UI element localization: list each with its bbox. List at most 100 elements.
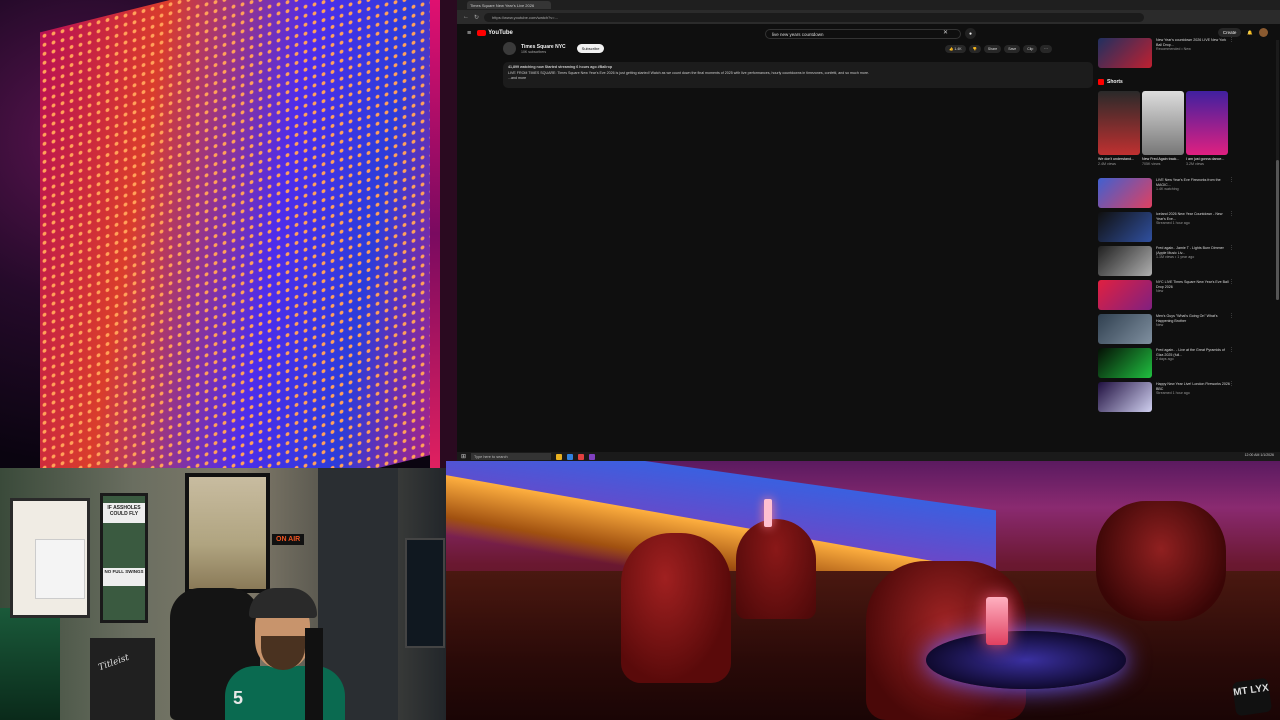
more-icon[interactable]: ⋮ [1229, 348, 1234, 353]
microphone [305, 628, 323, 720]
video-thumbnail[interactable] [1098, 382, 1152, 412]
more-icon[interactable]: ⋮ [1229, 212, 1234, 217]
video-meta: Recommended • New [1156, 47, 1191, 52]
wall-sign: IF ASSHOLES COULD FLY [103, 503, 145, 523]
reload-icon[interactable]: ↻ [474, 14, 479, 21]
led-edge [440, 0, 457, 468]
shorts-icon [1098, 79, 1104, 85]
more-icon[interactable]: ⋮ [1229, 246, 1234, 251]
short-thumbnail[interactable] [1098, 91, 1140, 155]
tab-bar: Times Square New Year's Live 2026 [457, 0, 1280, 10]
youtube-logo[interactable]: YouTube [477, 30, 513, 36]
video-thumbnail[interactable] [1098, 314, 1152, 344]
short-title[interactable]: I am just gonna dance... [1186, 157, 1228, 162]
video-meta: Streamed 1 hour ago [1156, 221, 1190, 226]
short-thumbnail[interactable] [1142, 91, 1184, 155]
subscribe-button[interactable]: Subscribe [576, 44, 605, 53]
list-item[interactable]: LIVE New Year's Eve Fireworks from the M… [1098, 178, 1234, 211]
list-item[interactable]: NYC LIVE Times Square New Year's Eve Bal… [1098, 280, 1234, 313]
video-thumbnail[interactable] [1098, 348, 1152, 378]
tab-title: Times Square New Year's Live 2026 [470, 2, 535, 8]
video-title[interactable]: NYC LIVE Times Square New Year's Eve Bal… [1156, 280, 1230, 289]
video-title[interactable]: Men's Guys "What's Going On" What's Happ… [1156, 314, 1230, 323]
url-field[interactable]: https://www.youtube.com/watch?v=... [484, 12, 1145, 22]
video-meta: New [1156, 323, 1164, 328]
subscriber-count: 10K subscribers [521, 49, 547, 54]
video-meta: Streamed 1 hour ago [1156, 391, 1190, 396]
short-meta: 2.4M views [1098, 161, 1116, 166]
scrollbar[interactable] [1276, 40, 1279, 300]
list-item[interactable]: Iceland 2026 New Year Countdown - New Ye… [1098, 212, 1234, 245]
channel-avatar[interactable] [503, 42, 516, 55]
list-item[interactable]: Fred again.. Jamie T - Lights Burn Dimme… [1098, 246, 1234, 279]
video-meta: 1.4K watching [1156, 187, 1179, 192]
short-item[interactable]: I am just gonna dance... 3.2M views [1186, 91, 1228, 166]
short-title[interactable]: We don't understand... [1098, 157, 1140, 162]
video-title[interactable]: LIVE New Year's Eve Fireworks from the M… [1156, 178, 1230, 187]
create-button[interactable]: Create [1217, 28, 1242, 37]
list-item[interactable]: New Year's countdown 2026 LIVE New York … [1098, 38, 1234, 71]
shorts-row: We don't understand... 2.4M views New Fre… [1098, 91, 1230, 166]
more-icon[interactable]: ⋮ [1229, 382, 1234, 387]
video-thumbnail[interactable] [1098, 212, 1152, 242]
app-icon[interactable] [578, 453, 585, 460]
short-meta: 3.2M views [1186, 161, 1204, 166]
monitor [405, 538, 445, 648]
video-title[interactable]: Fred again.. - Live at the Great Pyramid… [1156, 348, 1230, 357]
more-icon[interactable]: ⋮ [1229, 314, 1234, 319]
taskbar-search[interactable]: Type here to search [471, 453, 552, 460]
bell-icon[interactable]: 🔔 [1247, 30, 1253, 36]
save-button[interactable]: Save [1004, 45, 1021, 53]
video-thumbnail[interactable] [1098, 38, 1152, 68]
stream-layout: Times Square New Year's Live 2026 ← ↻ ht… [0, 0, 1280, 720]
more-icon[interactable]: ⋮ [1229, 280, 1234, 285]
video-thumbnail[interactable] [1098, 178, 1152, 208]
more-icon[interactable]: ⋯ [1040, 45, 1052, 53]
browser-tab[interactable]: Times Square New Year's Live 2026 [467, 1, 551, 9]
file-explorer-icon[interactable] [556, 453, 563, 460]
video-title[interactable]: Iceland 2026 New Year Countdown - New Ye… [1156, 212, 1230, 221]
app-icon[interactable] [589, 453, 596, 460]
short-meta: 705K views [1142, 161, 1161, 166]
video-thumbnail[interactable] [1098, 246, 1152, 276]
clip-button[interactable]: Clip [1023, 45, 1038, 53]
list-item[interactable]: Happy New Year Live! London Fireworks 20… [1098, 382, 1234, 415]
video-title[interactable]: New Year's countdown 2026 LIVE New York … [1156, 38, 1230, 47]
edge-icon[interactable] [567, 453, 574, 460]
list-item[interactable]: Fred again.. - Live at the Great Pyramid… [1098, 348, 1234, 381]
scrollbar-thumb[interactable] [1276, 160, 1279, 300]
video-meta: 1.1M views • 1 year ago [1156, 255, 1195, 260]
short-item[interactable]: New Fred Again track... 705K views [1142, 91, 1184, 166]
hamburger-menu-icon[interactable]: ≡ [467, 30, 471, 37]
more-icon[interactable]: ⋮ [1229, 38, 1234, 43]
bag-brand: Titleist [97, 652, 131, 674]
search-input[interactable]: live new years countdown [765, 29, 961, 39]
recommendations-sidebar: New Year's countdown 2026 LIVE New York … [1098, 38, 1234, 416]
short-title[interactable]: New Fred Again track... [1142, 157, 1184, 162]
back-icon[interactable]: ← [463, 14, 469, 20]
jersey [35, 539, 85, 599]
avatar[interactable] [1259, 28, 1268, 37]
windows-start-icon[interactable]: ⊞ [461, 453, 466, 460]
description-more[interactable]: ...and more [508, 76, 1088, 82]
video-info: New Year's countdown 2026 LIVE New York … [1156, 38, 1234, 71]
taskbar-clock[interactable]: 12:00 AM 1/1/2026 [1245, 453, 1274, 457]
short-item[interactable]: We don't understand... 2.4M views [1098, 91, 1140, 166]
on-air-sign: ON AIR [272, 534, 305, 545]
more-icon[interactable]: ⋮ [1229, 178, 1234, 183]
mic-icon[interactable]: ● [965, 28, 976, 39]
video-thumbnail[interactable] [1098, 280, 1152, 310]
like-button[interactable]: 👍 1.4K [945, 45, 966, 53]
video-title[interactable]: Fred again.. Jamie T - Lights Burn Dimme… [1156, 246, 1230, 255]
video-title[interactable]: Happy New Year Live! London Fireworks 20… [1156, 382, 1230, 391]
like-count: 1.4K [954, 47, 962, 51]
description-box[interactable]: 41,899 watching now Started streaming 6 … [503, 62, 1093, 88]
browser-window: Times Square New Year's Live 2026 ← ↻ ht… [457, 0, 1280, 452]
list-item[interactable]: Men's Guys "What's Going On" What's Happ… [1098, 314, 1234, 347]
table-lamp [764, 499, 772, 527]
short-thumbnail[interactable] [1186, 91, 1228, 155]
share-button[interactable]: Share [983, 45, 1002, 53]
clear-search-icon[interactable]: ✕ [943, 29, 948, 36]
dislike-icon[interactable]: 👎 [968, 45, 981, 53]
channel-name[interactable]: Times Square NYC [521, 44, 566, 50]
